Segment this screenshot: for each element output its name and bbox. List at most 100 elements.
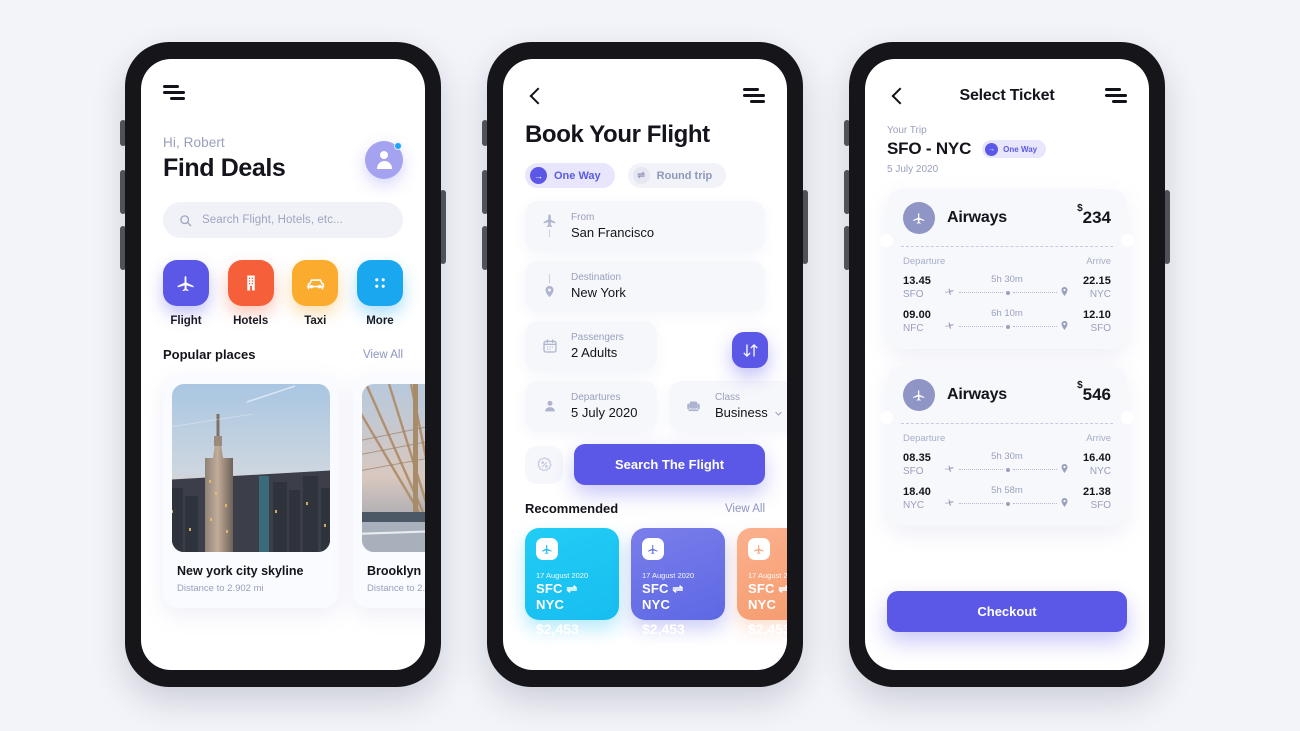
route-line-left (959, 469, 1003, 470)
phone-book-flight: Book Your Flight → One Way ⇌ Round trip (482, 42, 808, 687)
from-field[interactable]: From San Francisco (525, 201, 765, 251)
search-input[interactable]: Search Flight, Hotels, etc... (163, 202, 403, 238)
departures-field[interactable]: Departures 5 July 2020 (525, 381, 657, 431)
ticket-header: Airways $546 (887, 366, 1127, 423)
ticket-card[interactable]: Airways $546 Departure Arrive 08.35 SFO … (880, 366, 1134, 526)
quick-action-label: Flight (170, 315, 202, 327)
trip-type-label: Round trip (656, 169, 713, 182)
swap-horizontal-icon: ⇌ (632, 167, 650, 184)
from-value: San Francisco (571, 225, 655, 240)
route-line-right (1013, 469, 1057, 470)
user-avatar-icon[interactable] (365, 141, 403, 179)
greeting-text: Hi, Robert (163, 135, 225, 150)
list-item[interactable]: 17 August 2020 SFC ⇌ NYC $2,453 (631, 528, 725, 637)
passengers-field[interactable]: Passengers 2 Adults (525, 321, 657, 371)
quick-actions-row: Flight Hotels Taxi More (163, 260, 403, 327)
departure-label: Departure (903, 433, 946, 444)
table-row: 09.00 NFC 6h 10m 12.10 SFO (903, 307, 1111, 335)
home-greeting-block: Hi, Robert Find Deals (163, 135, 403, 183)
person-icon (541, 398, 558, 414)
class-field[interactable]: Class Business (669, 381, 787, 431)
popular-places-header: Popular places View All (163, 347, 403, 362)
table-row: 13.45 SFO 5h 30m 22.15 NYC (903, 273, 1111, 301)
arrive-label: Arrive (1086, 256, 1111, 267)
list-item[interactable]: New york city skyline Distance to 2.902 … (163, 375, 339, 608)
quick-action-more[interactable]: More (356, 260, 403, 327)
leg-column-labels: Departure Arrive (903, 433, 1111, 444)
map-pin-small-icon (1061, 498, 1068, 507)
rec-route: SFC ⇌ NYC (642, 581, 684, 612)
destination-label: Destination (571, 272, 622, 283)
plane-icon (536, 538, 558, 560)
list-item[interactable]: 17 August 2020 SFC ⇌ NYC $2,453 (737, 528, 787, 637)
page-title: Book Your Flight (525, 121, 710, 148)
departures-value: 5 July 2020 (571, 405, 638, 420)
trip-type-one-way[interactable]: → One Way (525, 163, 615, 188)
table-row: 08.35 SFO 5h 30m 16.40 NYC (903, 450, 1111, 478)
list-item[interactable]: Brooklyn bridge Distance to 2.128 mi (353, 375, 425, 608)
swap-locations-button[interactable] (732, 332, 768, 368)
back-arrow-icon[interactable] (525, 85, 547, 107)
percent-badge-icon[interactable] (525, 445, 563, 484)
destination-field[interactable]: Destination New York (525, 261, 765, 311)
plane-small-icon (945, 322, 954, 329)
section-title: Recommended (525, 501, 619, 516)
view-all-link[interactable]: View All (363, 349, 403, 361)
leg-arr-time: 21.38 (1082, 485, 1111, 498)
route-line-right (1013, 292, 1057, 293)
plane-icon (748, 538, 770, 560)
class-label: Class (715, 392, 741, 403)
arrow-right-icon: → (530, 167, 547, 184)
avatar-status-dot (394, 142, 402, 150)
map-pin-icon (541, 273, 558, 299)
class-value: Business (715, 405, 768, 420)
search-the-flight-button[interactable]: Search The Flight (574, 444, 765, 485)
back-arrow-icon[interactable] (887, 85, 909, 107)
route-stop-dot (1006, 467, 1010, 472)
leg-route-graphic: 5h 30m (945, 273, 1069, 301)
leg-dep-time: 09.00 (903, 308, 932, 321)
hamburger-icon[interactable] (1104, 88, 1127, 104)
trip-type-round-trip[interactable]: ⇌ Round trip (627, 163, 727, 188)
quick-action-flight[interactable]: Flight (163, 260, 209, 327)
avatar-torso (376, 161, 392, 169)
hamburger-icon[interactable] (743, 88, 765, 104)
status-badge-label: One Way (1003, 144, 1038, 154)
leg-duration: 5h 58m (991, 485, 1023, 496)
leg-arr-time: 16.40 (1082, 451, 1111, 464)
book-actions-row: Search The Flight (525, 444, 765, 485)
quick-action-hotels[interactable]: Hotels (227, 260, 274, 327)
leg-duration: 5h 30m (991, 451, 1023, 462)
arrive-label: Arrive (1086, 433, 1111, 444)
currency-symbol: $ (1077, 379, 1083, 391)
rec-route: SFC ⇌ NYC (536, 581, 578, 612)
rec-date: 17 August 2020 (536, 571, 589, 580)
airline-name: Airways (947, 209, 1007, 226)
route-line-right (1013, 326, 1057, 327)
place-photo-brooklyn-bridge (362, 384, 425, 552)
route-stop-dot (1006, 501, 1010, 506)
chevron-down-icon[interactable] (774, 409, 783, 418)
leg-dep-code: SFO (903, 288, 924, 300)
hamburger-icon[interactable] (163, 85, 185, 101)
route-line-left (959, 503, 1003, 504)
ticket-card[interactable]: Airways $234 Departure Arrive 13.45 SFO … (880, 189, 1134, 349)
recommended-list[interactable]: 17 August 2020 SFC ⇌ NYC $2,453 17 Augus… (503, 528, 787, 637)
trip-route-row: SFO - NYC → One Way (887, 139, 1127, 159)
rec-price: $2,453 (536, 621, 579, 637)
trip-route: SFO - NYC (887, 139, 972, 158)
leg-dep-time: 08.35 (903, 451, 932, 464)
popular-places-list[interactable]: New york city skyline Distance to 2.902 … (141, 375, 425, 608)
leg-dep-time: 13.45 (903, 274, 932, 287)
quick-action-label: Taxi (304, 315, 327, 327)
rec-date: 17 August 2020 (642, 571, 695, 580)
phone-home: Hi, Robert Find Deals Search Flight, Hot… (120, 42, 446, 687)
ticket-price: $546 (1077, 380, 1111, 405)
leg-route-graphic: 6h 10m (945, 307, 1069, 335)
quick-action-taxi[interactable]: Taxi (292, 260, 339, 327)
view-all-link[interactable]: View All (725, 503, 765, 515)
checkout-button[interactable]: Checkout (887, 591, 1127, 632)
place-name: Brooklyn bridge (367, 564, 425, 578)
leg-arr-code: NYC (1089, 288, 1111, 300)
list-item[interactable]: 17 August 2020 SFC ⇌ NYC $2,453 (525, 528, 619, 637)
